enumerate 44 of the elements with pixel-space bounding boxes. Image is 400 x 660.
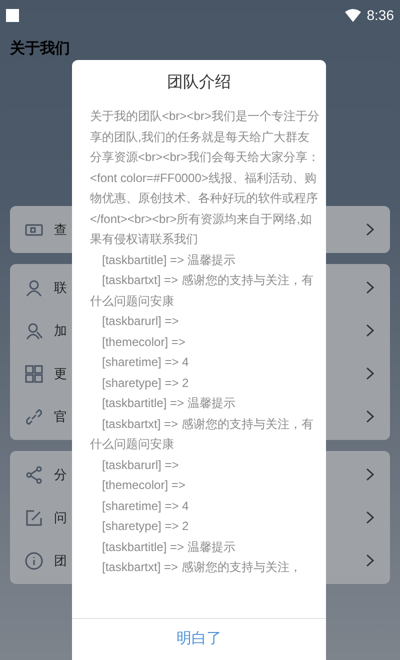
grid-icon [24, 364, 44, 384]
dialog-title: 团队介绍 [167, 73, 231, 93]
status-time: 8:36 [366, 6, 394, 24]
menu-label[interactable]: 问 [54, 508, 67, 528]
dialog-text: 关于我的团队<br><br>我们是一个专注于分享的团队,我们的任务就是每天给广大群友分享资源<br><br>我们会每天给大家分享：<font color=#FF0000>线报、福利活动、购物优惠、原创技术、各种好玩的软件或程序</font><br><br>所有资源均来自于网络,如果有侵权请联系我们 [90, 108, 320, 248]
dialog-text: [sharetype] => 2 [101, 374, 190, 392]
dialog-text: [sharetype] => 2 [101, 518, 190, 535]
page-title: 关于我们 [10, 38, 70, 59]
dialog-text: [themecolor] => [101, 477, 186, 494]
notification-icon [6, 8, 19, 22]
confirm-button[interactable]: 明白了 [168, 628, 230, 651]
dialog-text: [taskbarurl] => [101, 456, 180, 474]
dialog-text: [taskbarurl] => [101, 313, 180, 330]
dialog-text: [taskbartitle] => 温馨提示 [101, 252, 236, 268]
dialog-text: [taskbartxt] => 感谢您的支持与关注， [101, 559, 302, 576]
dialog-text: [sharetime] => 4 [101, 498, 190, 514]
wifi-icon [344, 8, 361, 22]
menu-label[interactable]: 分 [54, 464, 67, 484]
menu-label[interactable]: 联 [54, 278, 67, 298]
menu-label[interactable]: 查 [54, 220, 67, 240]
dialog-text: [themecolor] => [101, 334, 186, 350]
menu-label[interactable]: 官 [54, 406, 67, 426]
dialog-text: [taskbartitle] => 温馨提示 [101, 395, 236, 412]
people-icon [24, 320, 44, 340]
dialog-text: [sharetime] => 4 [101, 354, 190, 371]
chevron-icon[interactable] [366, 410, 374, 423]
share-icon [24, 464, 44, 484]
dialog-text: [taskbartitle] => 温馨提示 [101, 538, 236, 556]
link-icon [24, 406, 44, 426]
menu-label[interactable]: 更 [54, 364, 67, 384]
info-icon [24, 550, 44, 570]
person-icon [24, 278, 44, 298]
chevron-icon[interactable] [366, 223, 374, 236]
chevron-icon[interactable] [366, 554, 374, 567]
menu-label[interactable]: 团 [54, 550, 67, 570]
chevron-icon[interactable] [366, 511, 374, 524]
chevron-icon[interactable] [366, 367, 374, 380]
chevron-icon[interactable] [366, 468, 374, 481]
dialog-text: [taskbartxt] => 感谢您的支持与关注，有什么问题问安康 [90, 416, 314, 453]
menu-label[interactable]: 加 [54, 320, 67, 340]
chevron-icon[interactable] [366, 281, 374, 294]
chevron-icon[interactable] [366, 324, 374, 337]
edit-icon [24, 508, 44, 528]
dialog-text: [taskbartxt] => 感谢您的支持与关注，有什么问题问安康 [90, 272, 314, 310]
